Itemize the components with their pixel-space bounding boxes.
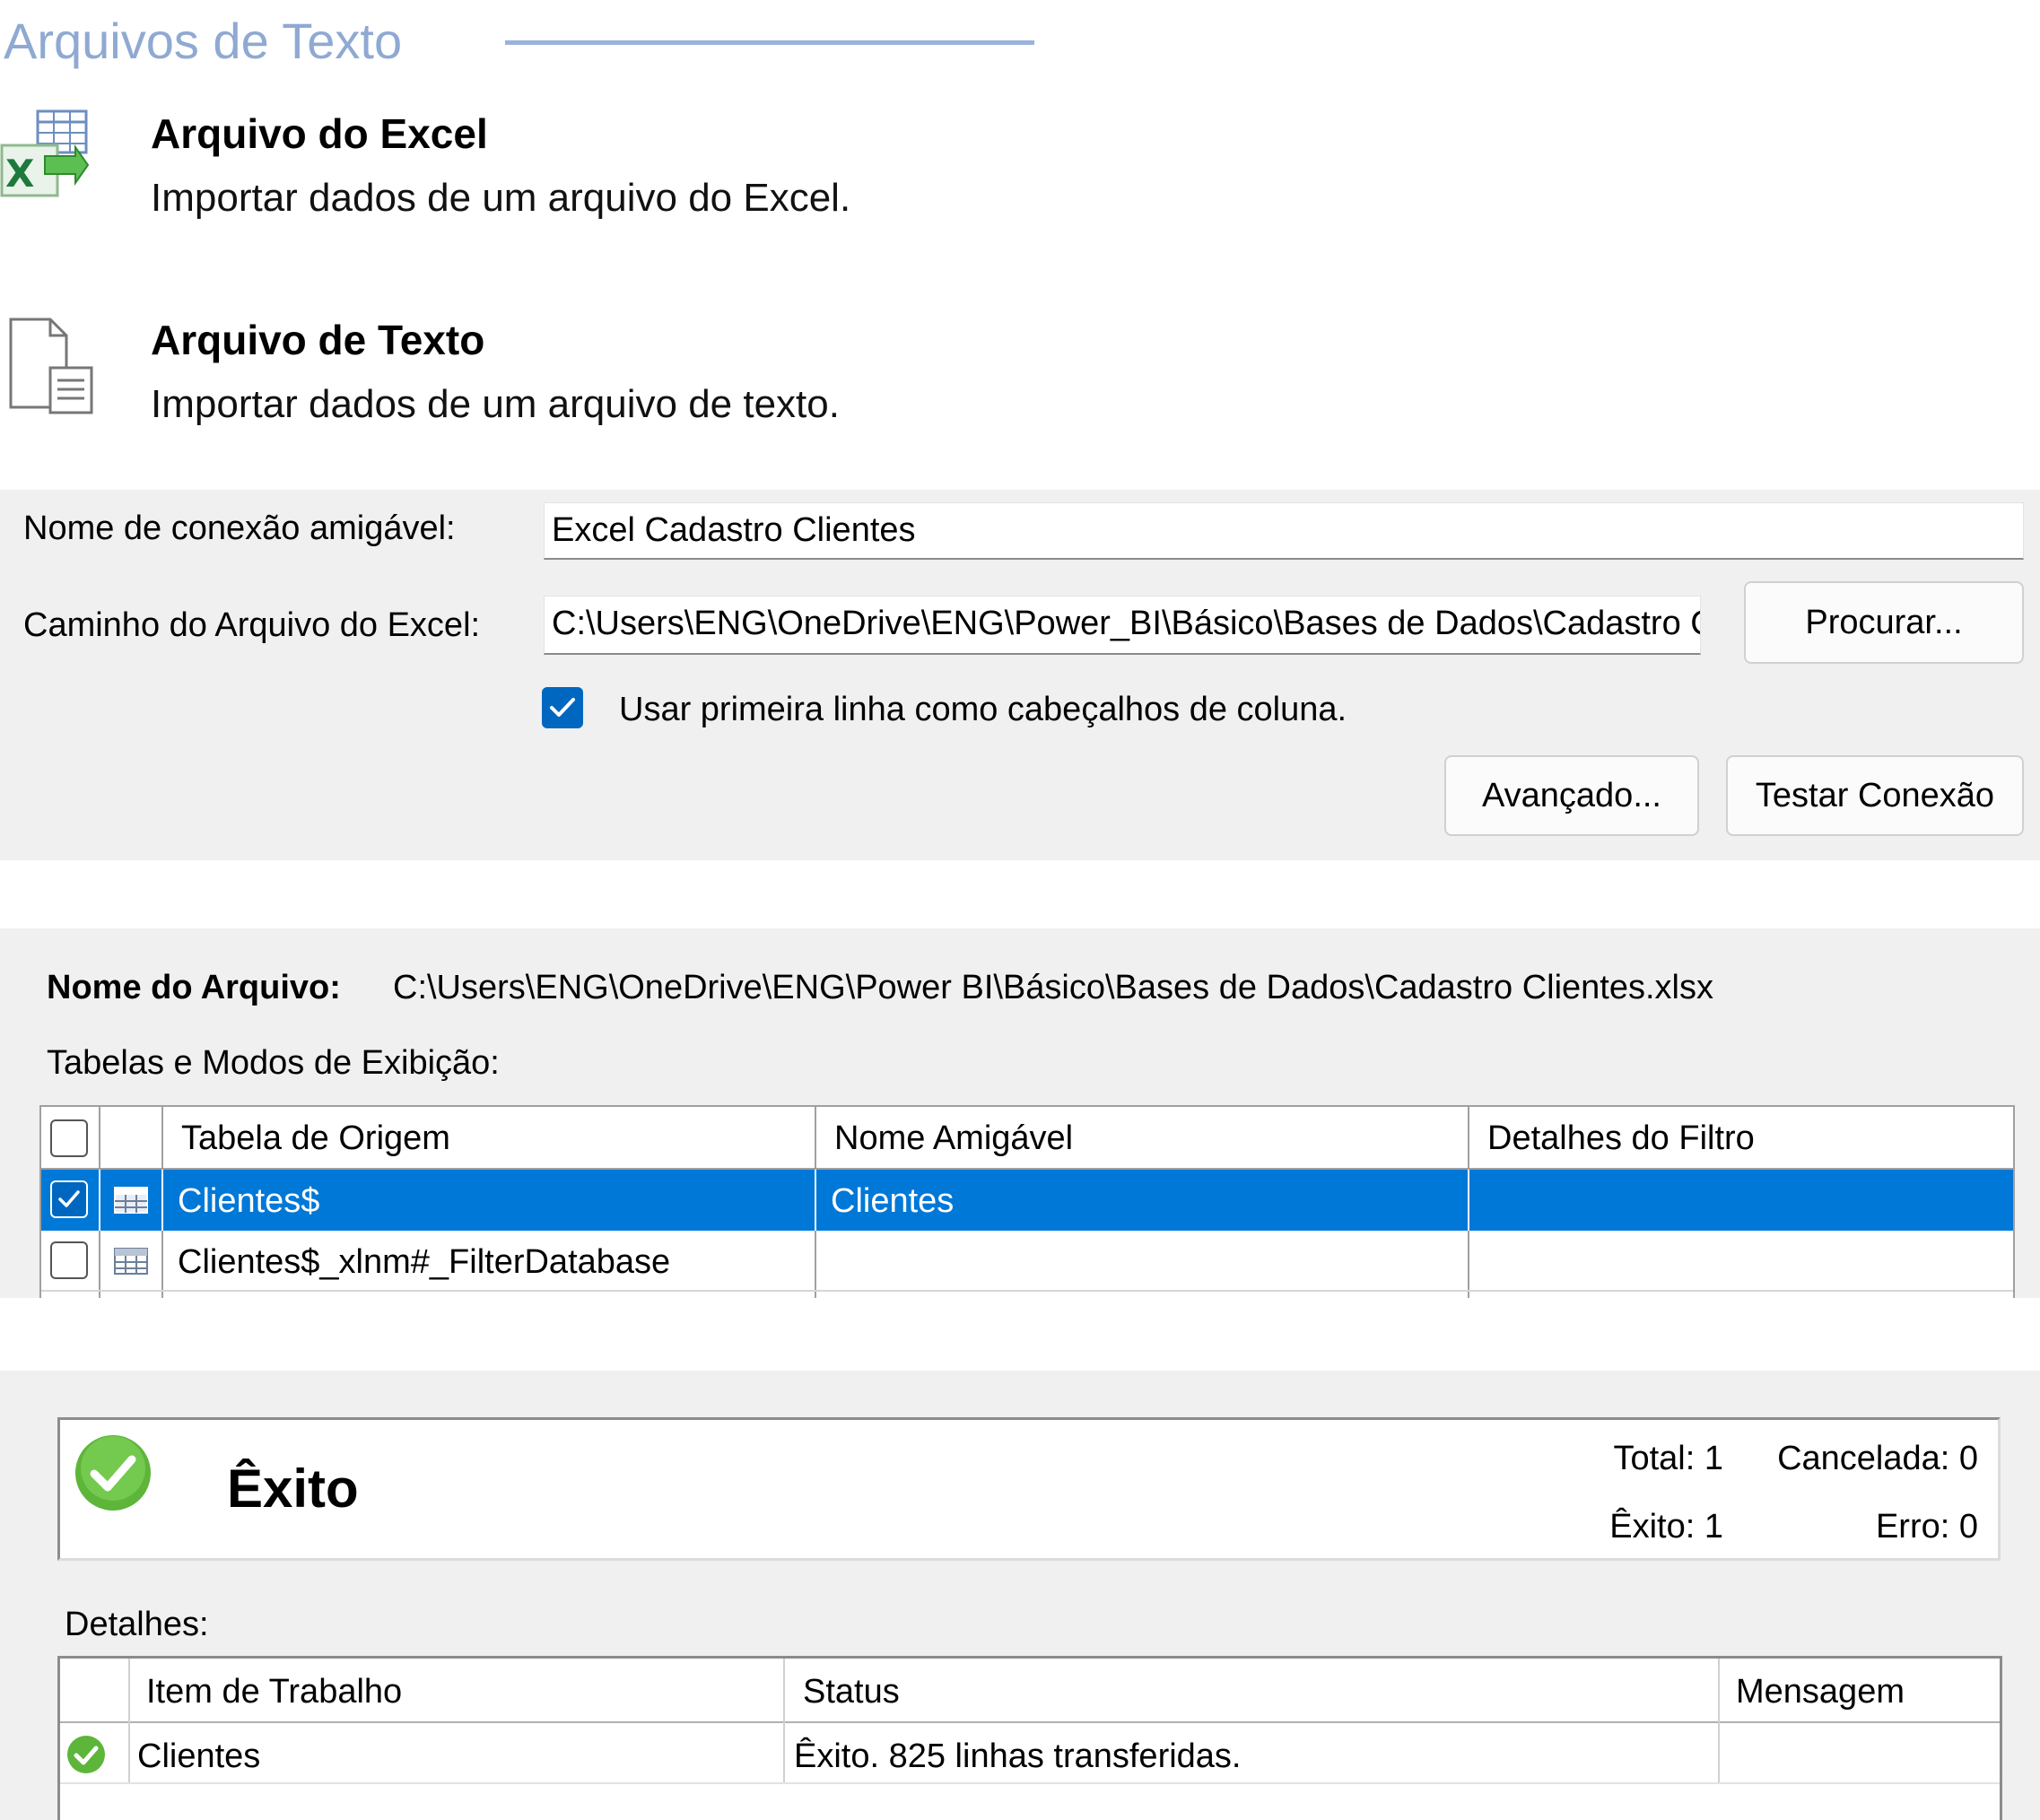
- advanced-button[interactable]: Avançado...: [1444, 755, 1699, 836]
- row-checkbox[interactable]: [50, 1180, 88, 1218]
- excel-file-icon: X: [0, 109, 90, 197]
- source-title: Arquivo de Texto: [151, 317, 485, 363]
- test-connection-button[interactable]: Testar Conexão: [1726, 755, 2024, 836]
- details-label: Detalhes:: [65, 1606, 209, 1643]
- source-excel[interactable]: X Arquivo do Excel Importar dados de um …: [0, 99, 987, 233]
- source-table-cell: Clientes$_xlnm#_FilterDatabase: [178, 1243, 671, 1281]
- checkmark-icon: [58, 1190, 80, 1207]
- column-header-friendly[interactable]: Nome Amigável: [834, 1119, 1073, 1158]
- excel-path-input[interactable]: C:\Users\ENG\OneDrive\ENG\Power_BI\Básic…: [544, 596, 1701, 655]
- column-header-source[interactable]: Tabela de Origem: [181, 1119, 450, 1158]
- table-icon: [114, 1248, 148, 1275]
- column-header-status[interactable]: Status: [803, 1673, 900, 1711]
- column-header-work-item[interactable]: Item de Trabalho: [146, 1673, 402, 1711]
- success-check-icon: [67, 1736, 105, 1773]
- section-title: Arquivos de Texto: [4, 13, 403, 69]
- table-row[interactable]: [41, 1170, 2013, 1231]
- result-status-title: Êxito: [227, 1459, 359, 1519]
- use-header-checkbox[interactable]: [542, 687, 583, 728]
- text-file-icon: [9, 318, 93, 414]
- column-header-message[interactable]: Mensagem: [1736, 1673, 1905, 1711]
- result-summary-box: Êxito Total: 1 Cancelada: 0 Êxito: 1 Err…: [57, 1417, 2001, 1561]
- checkmark-icon: [550, 698, 575, 717]
- select-all-checkbox[interactable]: [50, 1119, 88, 1157]
- grid-divider: [99, 1170, 100, 1231]
- excel-path-label: Caminho do Arquivo do Excel:: [23, 606, 481, 644]
- grid-divider: [1468, 1170, 1469, 1231]
- details-grid: Item de Trabalho Status Mensagem Cliente…: [57, 1656, 2002, 1820]
- column-header-filter[interactable]: Detalhes do Filtro: [1487, 1119, 1755, 1158]
- tables-grid: Tabela de Origem Nome Amigável Detalhes …: [39, 1105, 2015, 1298]
- success-check-icon: [75, 1435, 151, 1511]
- browse-button[interactable]: Procurar...: [1744, 581, 2024, 664]
- svg-text:X: X: [5, 152, 34, 196]
- cancelled-count: Cancelada: 0: [1777, 1440, 1978, 1477]
- source-description: Importar dados de um arquivo do Excel.: [151, 176, 851, 220]
- friendly-name-input[interactable]: Excel Cadastro Clientes: [544, 502, 2024, 560]
- file-name-label: Nome do Arquivo:: [47, 969, 341, 1006]
- file-name-value: C:\Users\ENG\OneDrive\ENG\Power BI\Básic…: [393, 969, 1713, 1006]
- work-item-cell: Clientes: [137, 1737, 261, 1775]
- source-description: Importar dados de um arquivo de texto.: [151, 382, 840, 426]
- source-table-cell: Clientes$: [178, 1182, 320, 1220]
- success-count: Êxito: 1: [1609, 1508, 1723, 1546]
- status-cell: Êxito. 825 linhas transferidas.: [794, 1737, 1242, 1775]
- section-divider: [505, 40, 1034, 45]
- friendly-name-cell: Clientes: [831, 1182, 955, 1220]
- friendly-name-label: Nome de conexão amigável:: [23, 509, 456, 547]
- use-header-label: Usar primeira linha como cabeçalhos de c…: [619, 691, 1347, 728]
- grid-divider: [161, 1170, 163, 1231]
- row-checkbox[interactable]: [50, 1241, 88, 1279]
- table-icon: [114, 1187, 148, 1214]
- tables-list-label: Tabelas e Modos de Exibição:: [47, 1044, 500, 1082]
- source-title: Arquivo do Excel: [151, 110, 488, 157]
- total-count: Total: 1: [1613, 1440, 1723, 1477]
- source-text[interactable]: Arquivo de Texto Importar dados de um ar…: [0, 305, 987, 440]
- grid-divider: [815, 1170, 816, 1231]
- error-count: Erro: 0: [1875, 1508, 1978, 1546]
